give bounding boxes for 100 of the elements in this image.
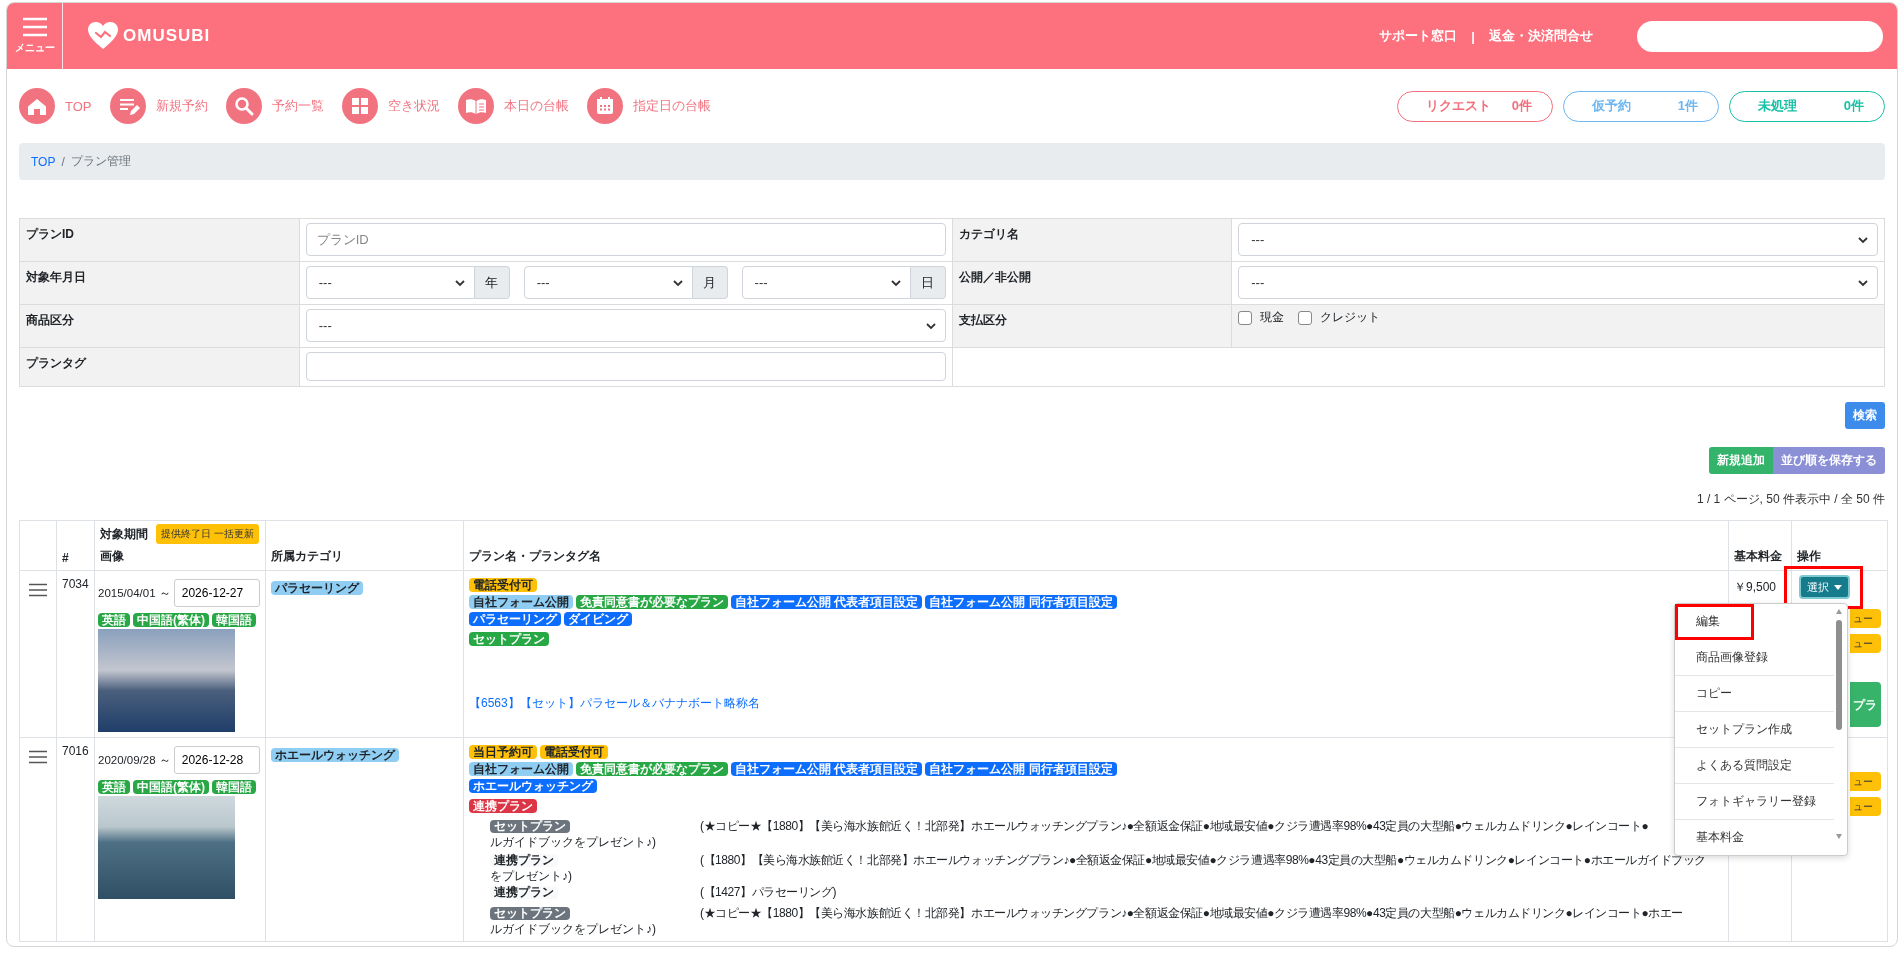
select-field[interactable]: --- [305,309,946,342]
tag-label: 連携プラン [469,799,537,813]
menu-item[interactable]: セットプラン作成 [1675,712,1834,748]
column-header: 画像 [100,549,124,563]
breadcrumb-link[interactable]: TOP [31,154,56,169]
tag-label: 自社フォーム公開 代表者項目設定 [731,762,923,776]
tag-label: 自社フォーム公開 [469,595,573,609]
link-separator: | [1471,28,1475,44]
logo-text: OMUSUBI [123,26,211,46]
text-input-field[interactable]: プランID [305,223,946,256]
tag-label: 免責同意書が必要なプラン [576,595,728,609]
column-header: 基本料金 [1734,549,1782,563]
checkbox-label: クレジット [1320,309,1381,326]
menu-item[interactable]: 基本料金 [1675,820,1834,855]
breadcrumb-separator: / [61,154,65,169]
book-icon [457,88,494,124]
tag-label: 自社フォーム公開 同行者項目設定 [925,762,1117,776]
select-field[interactable]: --- [741,266,911,299]
start-date: 2015/04/01 ～ [98,585,171,601]
select-field[interactable]: --- [1238,266,1878,299]
unit-label: 日 [910,266,946,299]
tag-label: セットプラン [469,632,549,646]
search-icon [225,88,262,124]
action-button[interactable]: ュー [1850,609,1881,628]
tag-label: パラセーリング [469,612,561,626]
tag-label: 韓国語 [212,780,256,794]
related-plan-name: (【1427】パラセーリング) [700,884,836,900]
checkbox[interactable] [1238,310,1253,325]
tag-label: 連携プラン [490,886,558,899]
plan-link[interactable]: 【6563】【セット】パラセール＆バナナボート略称名 [469,695,760,712]
select-dropdown-button[interactable]: 選択 [1799,575,1850,599]
edit-list-icon [109,88,146,124]
tag-label: パラセーリング [271,581,363,595]
tag-label: 中国語(繁体) [133,780,209,794]
tag-label: 自社フォーム公開 代表者項目設定 [731,595,923,609]
related-plan-name: ルガイドブックをプレゼント♪) [490,921,656,937]
unit-label: 月 [692,266,728,299]
hamburger-icon [21,17,48,37]
filter-label: 支払区分 [958,313,1007,327]
checkbox-label: 現金 [1260,309,1285,326]
filter-label: 商品区分 [26,313,74,327]
column-header: プラン名・プランタグ名 [469,549,601,563]
tag-label: セットプラン [490,820,570,833]
tag-label: 自社フォーム公開 同行者項目設定 [925,595,1117,609]
select-field[interactable]: --- [1238,223,1878,256]
tag-label: 連携プラン [490,854,558,867]
home-icon [19,88,55,124]
action-button[interactable]: ュー [1850,634,1881,653]
tag-label: 電話受付可 [540,745,608,759]
drag-handle-icon[interactable] [29,750,47,764]
menu-item[interactable]: コピー [1675,676,1834,712]
end-date-field[interactable]: 2026-12-27 [173,579,260,607]
tag-label: ダイビング [564,612,632,626]
caret-icon [1834,584,1842,590]
tag-label: ホエールウォッチング [469,779,597,793]
plan-id: 7016 [62,744,89,758]
action-button[interactable]: ュー [1850,797,1881,816]
plan-id: 7034 [62,577,89,591]
base-price: ￥9,500 [1734,580,1777,594]
column-header: # [62,551,69,565]
header-input-field[interactable] [1637,20,1883,52]
menu-item[interactable]: よくある質問設定 [1675,748,1834,784]
tag-label: 当日予約可 [469,745,537,759]
tag-label: 免責同意書が必要なプラン [576,762,728,776]
column-header: 対象期間 [100,525,148,543]
tag-label: ホエールウォッチング [271,748,399,762]
filter-label: 対象年月日 [26,270,86,284]
drag-handle-icon[interactable] [29,583,47,597]
text-input-field[interactable] [305,352,946,381]
tag-label: 電話受付可 [469,578,537,592]
grid-icon [341,88,378,124]
action-button[interactable]: ュー [1850,772,1881,791]
unit-label: 年 [474,266,510,299]
bulk-update-button[interactable]: 提供終了日 一括更新 [156,524,259,544]
menu-item[interactable]: フォトギャラリー登録 [1675,784,1834,820]
related-plan-name: をプレゼント♪) [490,868,572,884]
column-header: 所属カテゴリ [271,549,343,563]
related-plan-name: ルガイドブックをプレゼント♪) [490,834,656,850]
select-field[interactable]: --- [305,266,475,299]
tag-label: 自社フォーム公開 [469,762,573,776]
related-plan-name: (★コピー★【1880】【美ら海水族館近く！北部発】ホエールウォッチングプラン♪●全額返金保証●地域最安値●クジラ遭遇率98%●43定員の大型船●ウェルカムドリンク●レインコート●ホエー [700,905,1683,921]
menu-item[interactable]: 商品画像登録 [1675,640,1834,676]
heart-logo-icon [87,21,119,51]
menu-item[interactable]: 編集 [1675,604,1754,640]
filter-label: カテゴリ名 [958,227,1019,241]
filter-label: プランID [26,227,74,241]
checkbox[interactable] [1298,310,1313,325]
tag-label: 英語 [98,613,130,627]
tag-label: 英語 [98,780,130,794]
start-date: 2020/09/28 ～ [98,752,171,768]
calendar-icon [586,88,623,124]
tag-label: セットプラン [490,907,570,920]
end-date-field[interactable]: 2026-12-28 [173,746,260,774]
select-field[interactable]: --- [523,266,693,299]
filter-label: 公開／非公開 [958,270,1031,284]
pagination-info: 1 / 1 ページ, 50 件表示中 / 全 50 件 [1696,491,1885,508]
filter-label: プランタグ [26,356,86,370]
related-plan-name: (★コピー★【1880】【美ら海水族館近く！北部発】ホエールウォッチングプラン♪●全額返金保証●地域最安値●クジラ遭遇率98%●43定員の大型船●ウェルカムドリンク●レインコート● [700,818,1649,834]
tag-label: 中国語(繁体) [133,613,209,627]
breadcrumb-current: プラン管理 [70,153,131,170]
